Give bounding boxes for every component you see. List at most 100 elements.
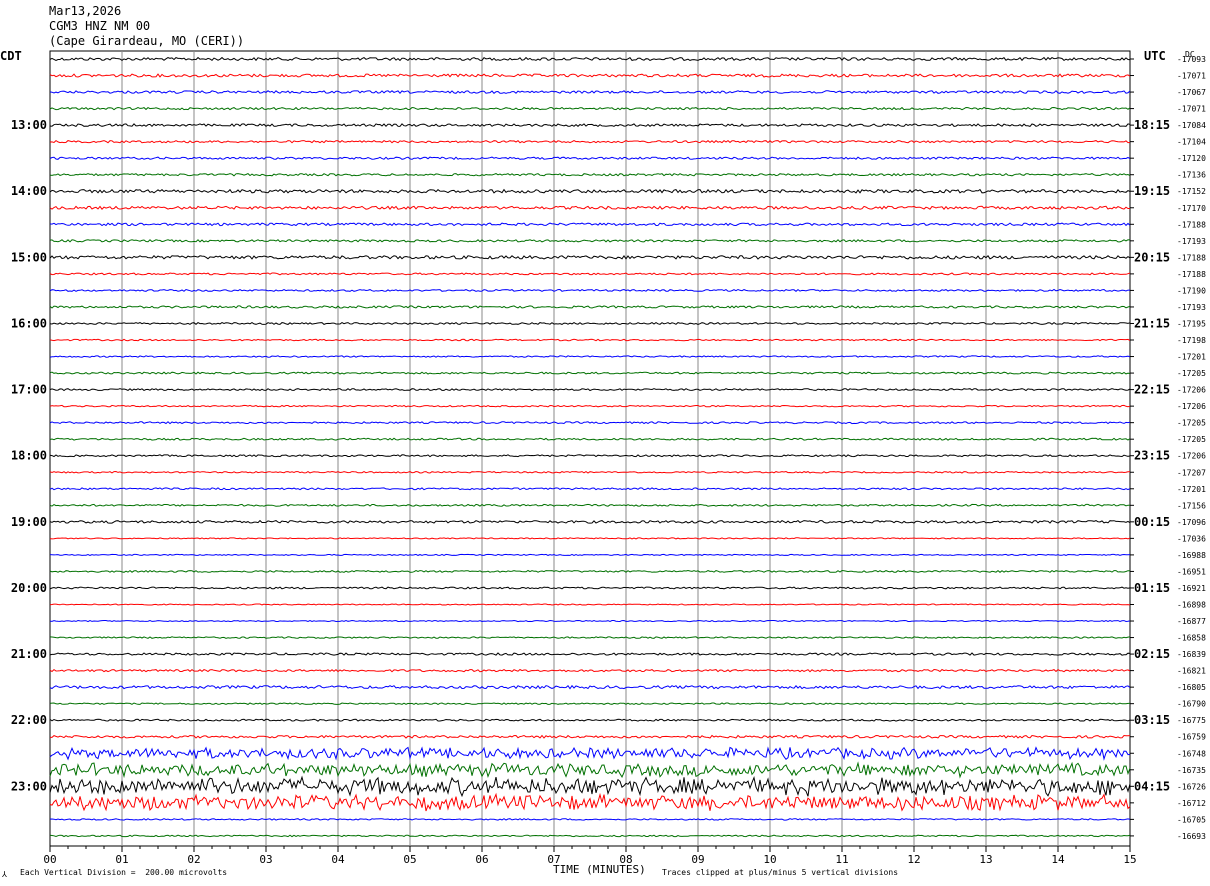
- utc-hour-label: 18:15: [1134, 118, 1170, 132]
- seismic-trace: [49, 746, 1131, 761]
- dc-offset-label: -16877: [1177, 617, 1206, 626]
- x-tick-label: 04: [331, 853, 345, 866]
- seismic-trace: [49, 636, 1131, 639]
- dc-offset-label: -17206: [1177, 452, 1206, 461]
- dc-offset-label: -17201: [1177, 353, 1206, 362]
- seismic-trace: [49, 503, 1131, 507]
- cdt-hour-label: 13:00: [11, 118, 47, 132]
- dc-offset-label: -16759: [1177, 733, 1206, 742]
- dc-offset-label: -16693: [1177, 832, 1206, 841]
- seismic-trace: [49, 569, 1131, 573]
- dc-offset-label: -17136: [1177, 171, 1206, 180]
- x-tick-label: 01: [115, 853, 128, 866]
- cdt-hour-label: 15:00: [11, 250, 47, 264]
- x-tick-label: 15: [1123, 853, 1136, 866]
- dc-offset-label: -17093: [1177, 55, 1206, 64]
- x-tick-label: 09: [691, 853, 704, 866]
- dc-offset-label: -17207: [1177, 468, 1206, 477]
- seismic-trace: [49, 519, 1131, 524]
- x-tick-label: 03: [259, 853, 272, 866]
- seismic-trace: [49, 775, 1131, 798]
- plot-frame: [49, 50, 1131, 847]
- dc-offset-label: -17190: [1177, 286, 1206, 295]
- x-tick-label: 00: [43, 853, 56, 866]
- x-tick-label: 06: [475, 853, 488, 866]
- utc-hour-label: 19:15: [1134, 184, 1170, 198]
- dc-offset-label: -17071: [1177, 72, 1206, 81]
- dc-offset-label: -16726: [1177, 782, 1206, 791]
- dc-offset-label: -17205: [1177, 435, 1206, 444]
- utc-hour-label: 02:15: [1134, 647, 1170, 661]
- seismic-trace: [49, 123, 1131, 128]
- dc-offset-label: -17170: [1177, 204, 1206, 213]
- seismic-trace: [49, 652, 1131, 656]
- seismic-trace: [49, 106, 1131, 111]
- dc-offset-label: -16898: [1177, 600, 1206, 609]
- seismic-trace: [49, 222, 1131, 227]
- dc-offset-label: -16735: [1177, 766, 1206, 775]
- seismic-trace: [49, 586, 1131, 590]
- seismic-trace: [49, 188, 1131, 194]
- dc-offset-label: -16775: [1177, 716, 1206, 725]
- seismic-trace: [49, 404, 1131, 408]
- dc-offset-label: -17205: [1177, 369, 1206, 378]
- dc-offset-label: -17195: [1177, 319, 1206, 328]
- seismic-trace: [49, 734, 1131, 739]
- seismic-trace: [49, 205, 1130, 211]
- dc-offset-label: -16805: [1177, 683, 1206, 692]
- dc-offset-label: -16839: [1177, 650, 1206, 659]
- seismic-trace: [49, 668, 1131, 673]
- x-tick-label: 12: [907, 853, 920, 866]
- x-tick-label: 11: [835, 853, 848, 866]
- dc-offset-label: -16790: [1177, 700, 1206, 709]
- dc-offset-label: -17120: [1177, 154, 1206, 163]
- dc-offset-label: -16921: [1177, 584, 1206, 593]
- seismic-trace: [49, 761, 1131, 779]
- dc-offset-label: -17188: [1177, 270, 1206, 279]
- dc-offset-label: -17206: [1177, 386, 1206, 395]
- seismic-trace: [49, 56, 1131, 62]
- dc-offset-label: -17067: [1177, 88, 1206, 97]
- utc-hour-label: 01:15: [1134, 581, 1170, 595]
- seismic-trace: [49, 487, 1131, 491]
- cdt-hour-label: 20:00: [11, 581, 47, 595]
- utc-hour-label: 20:15: [1134, 250, 1170, 264]
- cdt-hour-label: 17:00: [11, 383, 47, 397]
- dc-offset-label: -17206: [1177, 402, 1206, 411]
- dc-offset-label: -16712: [1177, 799, 1206, 808]
- seismic-trace: [49, 388, 1131, 392]
- dc-offset-label: -17188: [1177, 253, 1206, 262]
- dc-offset-label: -17205: [1177, 419, 1206, 428]
- dc-offset-label: -17104: [1177, 138, 1206, 147]
- seismic-trace: [49, 90, 1131, 95]
- seismic-trace: [49, 454, 1131, 458]
- x-tick-label: 14: [1051, 853, 1065, 866]
- dc-offset-label: -17071: [1177, 105, 1206, 114]
- dc-offset-label: -17198: [1177, 336, 1206, 345]
- seismic-trace: [49, 818, 1131, 821]
- clipping-note: Traces clipped at plus/minus 5 vertical …: [662, 868, 899, 877]
- seismic-trace: [49, 321, 1131, 325]
- dc-offset-label: -17188: [1177, 220, 1206, 229]
- seismic-trace: [49, 172, 1131, 177]
- utc-hour-label: 00:15: [1134, 515, 1170, 529]
- seismic-trace: [49, 355, 1131, 358]
- helicorder-plot: 00 01 02 03 04 05 06 07 08 09 10 11 12 13 14 15-17093-1…: [11, 50, 1206, 866]
- utc-hour-label: 21:15: [1134, 316, 1170, 330]
- seismic-trace: [49, 288, 1131, 292]
- x-tick-label: 13: [979, 853, 992, 866]
- seismic-trace: [49, 553, 1131, 556]
- seismic-trace: [49, 254, 1131, 260]
- dc-offset-label: -17193: [1177, 237, 1206, 246]
- cdt-hour-label: 16:00: [11, 316, 47, 330]
- dc-offset-label: -16748: [1177, 749, 1206, 758]
- cdt-hour-label: 23:00: [11, 779, 47, 793]
- seismic-trace: [49, 437, 1131, 441]
- dc-offset-label: -17036: [1177, 534, 1206, 543]
- dc-offset-label: -17193: [1177, 303, 1206, 312]
- seismic-trace: [49, 619, 1131, 623]
- seismic-trace: [49, 718, 1131, 722]
- seismic-trace: [49, 537, 1131, 540]
- seismic-trace: [49, 156, 1131, 160]
- seismic-trace: [49, 338, 1131, 342]
